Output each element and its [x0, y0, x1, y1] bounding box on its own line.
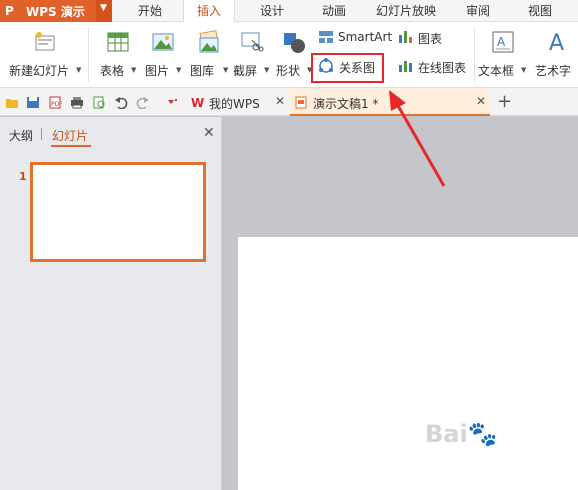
screenshot-label: 截屏 — [233, 64, 258, 78]
tab-design[interactable]: 设计 — [252, 0, 292, 22]
online-chart-icon — [399, 61, 412, 72]
redo-icon[interactable] — [136, 96, 150, 109]
svg-text:W: W — [191, 96, 204, 108]
slide-number: 1 — [19, 170, 27, 183]
wps-logo-icon: P — [5, 4, 14, 18]
wordart-button[interactable]: A 艺术字 — [533, 26, 578, 84]
chart-label: 图表 — [418, 32, 443, 46]
close-icon[interactable]: ✕ — [275, 94, 285, 108]
save-icon[interactable] — [26, 96, 40, 109]
highlight-box — [311, 53, 384, 83]
tab-animation[interactable]: 动画 — [314, 0, 354, 22]
chevron-down-icon: ▼ — [176, 66, 182, 74]
slide-thumbnail[interactable] — [30, 162, 206, 262]
shape-label: 形状 — [276, 64, 301, 78]
new-slide-button[interactable]: 新建幻灯片 ▼ — [6, 26, 82, 84]
chevron-down-icon: ▼ — [264, 66, 270, 74]
app-menu-dropdown[interactable]: ▼ — [96, 0, 112, 22]
chevron-down-icon: ▼ — [100, 3, 107, 13]
divider — [88, 28, 89, 82]
shape-button[interactable]: 形状 ▼ — [274, 26, 314, 84]
online-chart-button[interactable]: 在线图表 — [398, 57, 470, 77]
smartart-icon — [319, 31, 333, 43]
screenshot-icon — [241, 32, 264, 52]
chart-button[interactable]: 图表 — [398, 28, 448, 48]
ribbon-insert: 新建幻灯片 ▼ 表格 ▼ 图片 ▼ 图库 ▼ 截屏 ▼ 形状 ▼ SmartAr… — [0, 22, 578, 88]
gallery-label: 图库 — [190, 64, 215, 78]
textbox-icon: A — [492, 31, 514, 53]
open-folder-icon[interactable] — [5, 96, 19, 109]
wps-logo-icon: W — [191, 96, 204, 108]
export-pdf-icon[interactable]: PDF — [48, 96, 62, 109]
doc-tab-presentation[interactable]: 演示文稿1 * ✕ — [290, 88, 490, 116]
chevron-down-icon: ▼ — [223, 66, 229, 74]
tab-view[interactable]: 视图 — [520, 0, 560, 22]
screenshot-button[interactable]: 截屏 ▼ — [232, 26, 272, 84]
textbox-button[interactable]: A 文本框 ▼ — [478, 26, 528, 84]
tab-start[interactable]: 开始 — [130, 0, 170, 22]
online-chart-label: 在线图表 — [418, 61, 467, 75]
gallery-icon — [199, 30, 219, 53]
smartart-button[interactable]: SmartArt — [318, 28, 396, 48]
picture-button[interactable]: 图片 ▼ — [143, 26, 183, 84]
new-slide-icon — [35, 32, 55, 51]
table-icon — [107, 32, 129, 52]
print-icon[interactable] — [70, 96, 84, 109]
close-icon[interactable]: ✕ — [476, 94, 486, 108]
presentation-file-icon — [295, 96, 307, 109]
textbox-label: 文本框 — [478, 64, 515, 78]
new-slide-label: 新建幻灯片 — [9, 64, 70, 78]
doc-tab-mywps[interactable]: W 我的WPS ✕ — [187, 88, 289, 116]
quick-access-bar: PDF W 我的WPS ✕ 演示文稿1 * ✕ + — [0, 88, 578, 116]
svg-text:A: A — [549, 31, 564, 54]
chevron-down-icon: ▼ — [131, 66, 137, 74]
table-label: 表格 — [100, 64, 125, 78]
customize-toolbar-icon[interactable] — [166, 96, 180, 109]
tab-review[interactable]: 审阅 — [458, 0, 498, 22]
divider — [474, 28, 475, 82]
new-tab-plus-icon[interactable]: + — [497, 91, 512, 112]
chevron-down-icon: ▼ — [521, 66, 527, 74]
smartart-label: SmartArt — [338, 30, 393, 44]
chevron-down-icon: ▼ — [76, 66, 82, 74]
app-menu-button[interactable]: P WPS 演示 ▼ — [0, 0, 112, 22]
menu-bar: P WPS 演示 ▼ 开始 插入 设计 动画 幻灯片放映 审阅 视图 — [0, 0, 578, 23]
undo-icon[interactable] — [114, 96, 128, 109]
close-icon[interactable]: ✕ — [203, 125, 215, 141]
divider — [41, 128, 42, 140]
table-button[interactable]: 表格 ▼ — [98, 26, 138, 84]
app-name: WPS 演示 — [26, 5, 85, 19]
gallery-button[interactable]: 图库 ▼ — [188, 26, 230, 84]
doc-tab-label: 演示文稿1 * — [313, 97, 379, 111]
tab-slideshow[interactable]: 幻灯片放映 — [372, 0, 440, 22]
tab-outline[interactable]: 大纲 — [9, 127, 33, 144]
active-tab-underline — [51, 145, 91, 147]
svg-text:PDF: PDF — [51, 101, 62, 108]
tab-slides[interactable]: 幻灯片 — [52, 127, 88, 144]
slide[interactable] — [238, 237, 578, 490]
print-preview-icon[interactable] — [92, 96, 106, 109]
app-window: P WPS 演示 ▼ 开始 插入 设计 动画 幻灯片放映 审阅 视图 新建幻灯片… — [0, 0, 578, 490]
svg-text:A: A — [497, 35, 506, 49]
wordart-label: 艺术字 — [535, 64, 572, 78]
tab-insert[interactable]: 插入 — [183, 0, 235, 23]
picture-label: 图片 — [145, 64, 170, 78]
wordart-icon: A — [549, 31, 564, 54]
bar-chart-icon — [399, 31, 412, 43]
picture-icon — [152, 33, 174, 51]
doc-tab-label: 我的WPS — [209, 97, 260, 111]
shape-icon — [284, 33, 305, 53]
panel-tabs: 大纲 幻灯片 ✕ — [0, 117, 222, 147]
watermark-logo: Bai🐾 — [425, 420, 498, 448]
